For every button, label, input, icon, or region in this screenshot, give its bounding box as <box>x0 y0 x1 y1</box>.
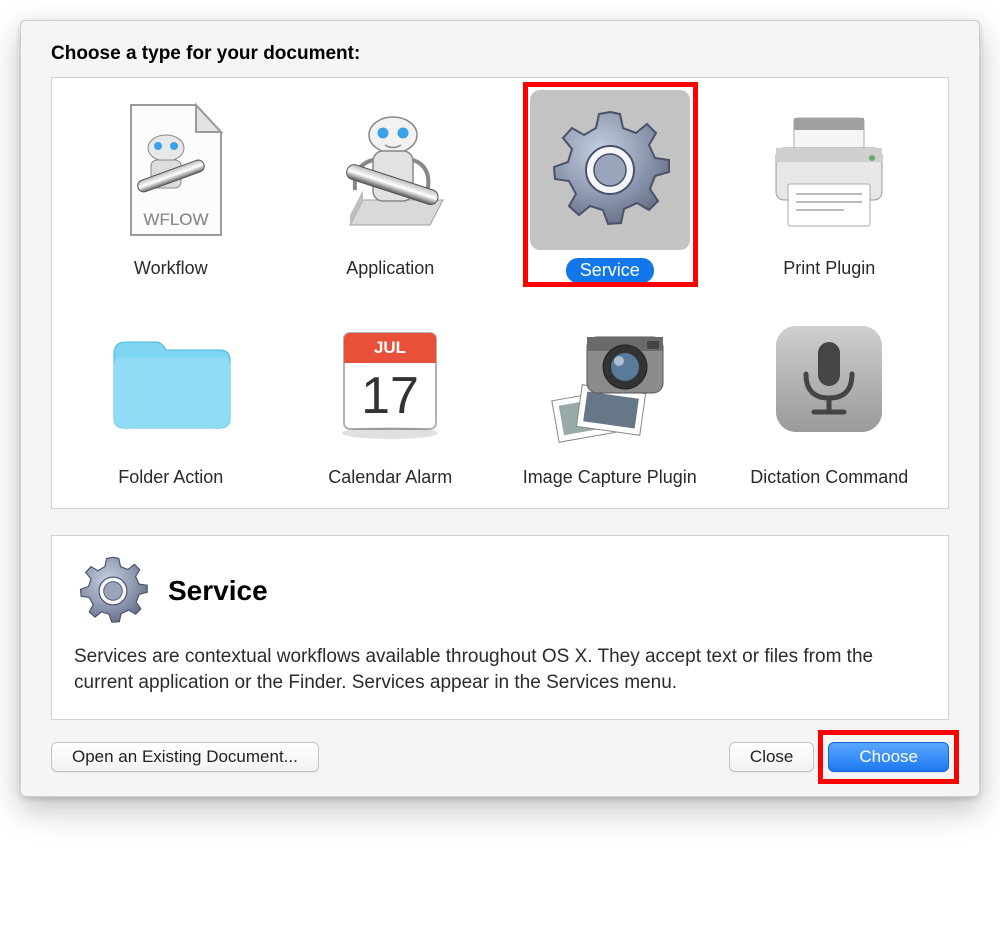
print-plugin-icon <box>749 90 909 250</box>
calendar-month-text: JUL <box>374 338 406 357</box>
type-calendar-alarm[interactable]: JUL 17 Calendar Alarm <box>286 293 496 488</box>
type-print-plugin[interactable]: Print Plugin <box>725 84 935 283</box>
button-row: Open an Existing Document... Close Choos… <box>51 742 949 772</box>
type-workflow-label: Workflow <box>66 258 276 279</box>
calendar-alarm-icon: JUL 17 <box>310 299 470 459</box>
dictation-icon <box>749 299 909 459</box>
type-grid: WFLOW WFLOW Workflow <box>66 84 934 488</box>
application-icon <box>310 90 470 250</box>
prompt-label: Choose a type for your document: <box>51 43 949 65</box>
type-application-label: Application <box>286 258 496 279</box>
type-print-plugin-label: Print Plugin <box>725 258 935 279</box>
svg-text:WFLOW: WFLOW <box>143 210 208 229</box>
type-folder-action[interactable]: Folder Action <box>66 293 276 488</box>
service-icon <box>530 90 690 250</box>
type-workflow[interactable]: WFLOW WFLOW Workflow <box>66 84 276 283</box>
type-service-label: Service <box>566 258 654 283</box>
close-button[interactable]: Close <box>729 742 814 772</box>
choose-button[interactable]: Choose <box>828 742 949 772</box>
detail-header: Service <box>74 552 926 630</box>
type-calendar-alarm-label: Calendar Alarm <box>286 467 496 488</box>
type-dictation[interactable]: Dictation Command <box>725 293 935 488</box>
gear-icon <box>74 552 152 630</box>
workflow-icon: WFLOW WFLOW <box>91 90 251 250</box>
detail-box: Service Services are contextual workflow… <box>51 535 949 720</box>
type-image-capture[interactable]: Image Capture Plugin <box>505 293 715 488</box>
type-folder-action-label: Folder Action <box>66 467 276 488</box>
folder-action-icon <box>91 299 251 459</box>
automator-template-chooser: Choose a type for your document: <box>20 20 980 797</box>
detail-title: Service <box>168 575 268 607</box>
calendar-day-text: 17 <box>361 367 419 425</box>
open-existing-button[interactable]: Open an Existing Document... <box>51 742 319 772</box>
type-dictation-label: Dictation Command <box>725 467 935 488</box>
type-image-capture-label: Image Capture Plugin <box>505 467 715 488</box>
detail-description: Services are contextual workflows availa… <box>74 644 926 695</box>
type-application[interactable]: Application <box>286 84 496 283</box>
type-service[interactable]: Service <box>505 84 715 283</box>
type-grid-container: WFLOW WFLOW Workflow <box>51 77 949 509</box>
image-capture-icon <box>530 299 690 459</box>
